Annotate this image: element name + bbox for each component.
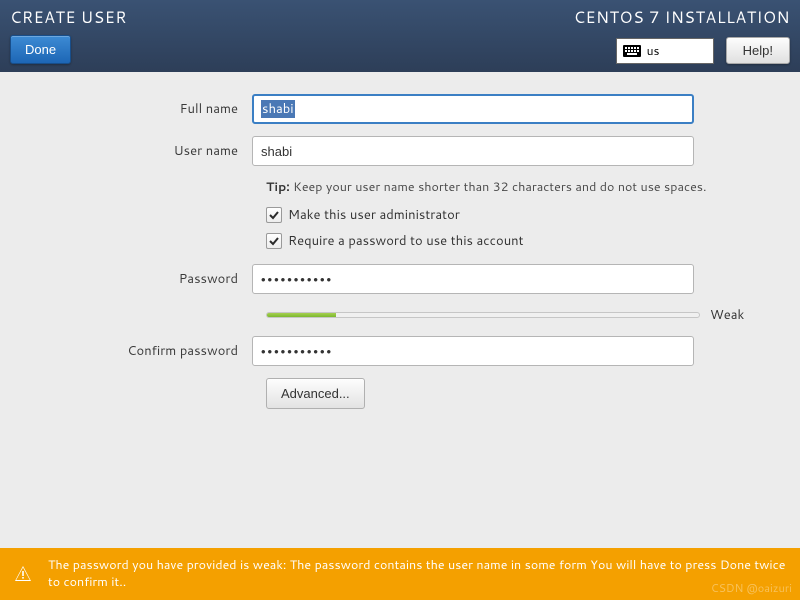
require-password-checkbox-label: Require a password to use this account bbox=[288, 232, 524, 250]
fullname-field[interactable]: shabi bbox=[252, 94, 694, 124]
warning-text: The password you have provided is weak: … bbox=[48, 557, 786, 592]
username-tip: Tip: Keep your user name shorter than 32… bbox=[266, 178, 770, 196]
header-controls: us Help! bbox=[616, 37, 790, 64]
password-row: Password bbox=[30, 264, 770, 294]
confirm-password-row: Confirm password bbox=[30, 336, 770, 366]
page-title: CREATE USER bbox=[10, 6, 127, 29]
header-right: CENTOS 7 INSTALLATION us Help! bbox=[574, 6, 790, 62]
tip-bold: Tip: bbox=[266, 178, 290, 196]
password-strength-label: Weak bbox=[710, 306, 744, 324]
username-label: User name bbox=[30, 142, 252, 160]
keyboard-layout-indicator[interactable]: us bbox=[616, 38, 714, 64]
installer-title: CENTOS 7 INSTALLATION bbox=[574, 6, 790, 29]
fullname-row: Full name shabi bbox=[30, 94, 770, 124]
password-strength-fill bbox=[267, 313, 336, 317]
check-icon bbox=[268, 235, 280, 247]
password-strength-bar bbox=[266, 312, 700, 318]
password-label: Password bbox=[30, 270, 252, 288]
keyboard-icon bbox=[623, 45, 641, 57]
fullname-value-selected: shabi bbox=[261, 100, 295, 118]
password-strength-row: Weak bbox=[266, 306, 744, 324]
require-password-checkbox[interactable] bbox=[266, 233, 282, 249]
confirm-password-field[interactable] bbox=[252, 336, 694, 366]
admin-checkbox[interactable] bbox=[266, 207, 282, 223]
advanced-button[interactable]: Advanced... bbox=[266, 378, 365, 409]
fullname-label: Full name bbox=[30, 100, 252, 118]
require-password-checkbox-row: Require a password to use this account bbox=[266, 232, 770, 250]
header-bar: CREATE USER Done CENTOS 7 INSTALLATION u… bbox=[0, 0, 800, 72]
advanced-row: Advanced... bbox=[266, 378, 770, 409]
username-row: User name bbox=[30, 136, 770, 166]
tip-text: Keep your user name shorter than 32 char… bbox=[290, 178, 707, 196]
check-icon bbox=[268, 209, 280, 221]
username-field[interactable] bbox=[252, 136, 694, 166]
warning-icon bbox=[14, 565, 32, 583]
admin-checkbox-label: Make this user administrator bbox=[288, 206, 460, 224]
admin-checkbox-row: Make this user administrator bbox=[266, 206, 770, 224]
confirm-password-label: Confirm password bbox=[30, 342, 252, 360]
help-button[interactable]: Help! bbox=[726, 37, 790, 64]
create-user-form: Full name shabi User name Tip: Keep your… bbox=[0, 72, 800, 409]
warning-bar: The password you have provided is weak: … bbox=[0, 548, 800, 600]
header-left: CREATE USER Done bbox=[10, 6, 127, 62]
done-button[interactable]: Done bbox=[10, 35, 71, 64]
keyboard-layout-label: us bbox=[647, 42, 660, 59]
password-field[interactable] bbox=[252, 264, 694, 294]
